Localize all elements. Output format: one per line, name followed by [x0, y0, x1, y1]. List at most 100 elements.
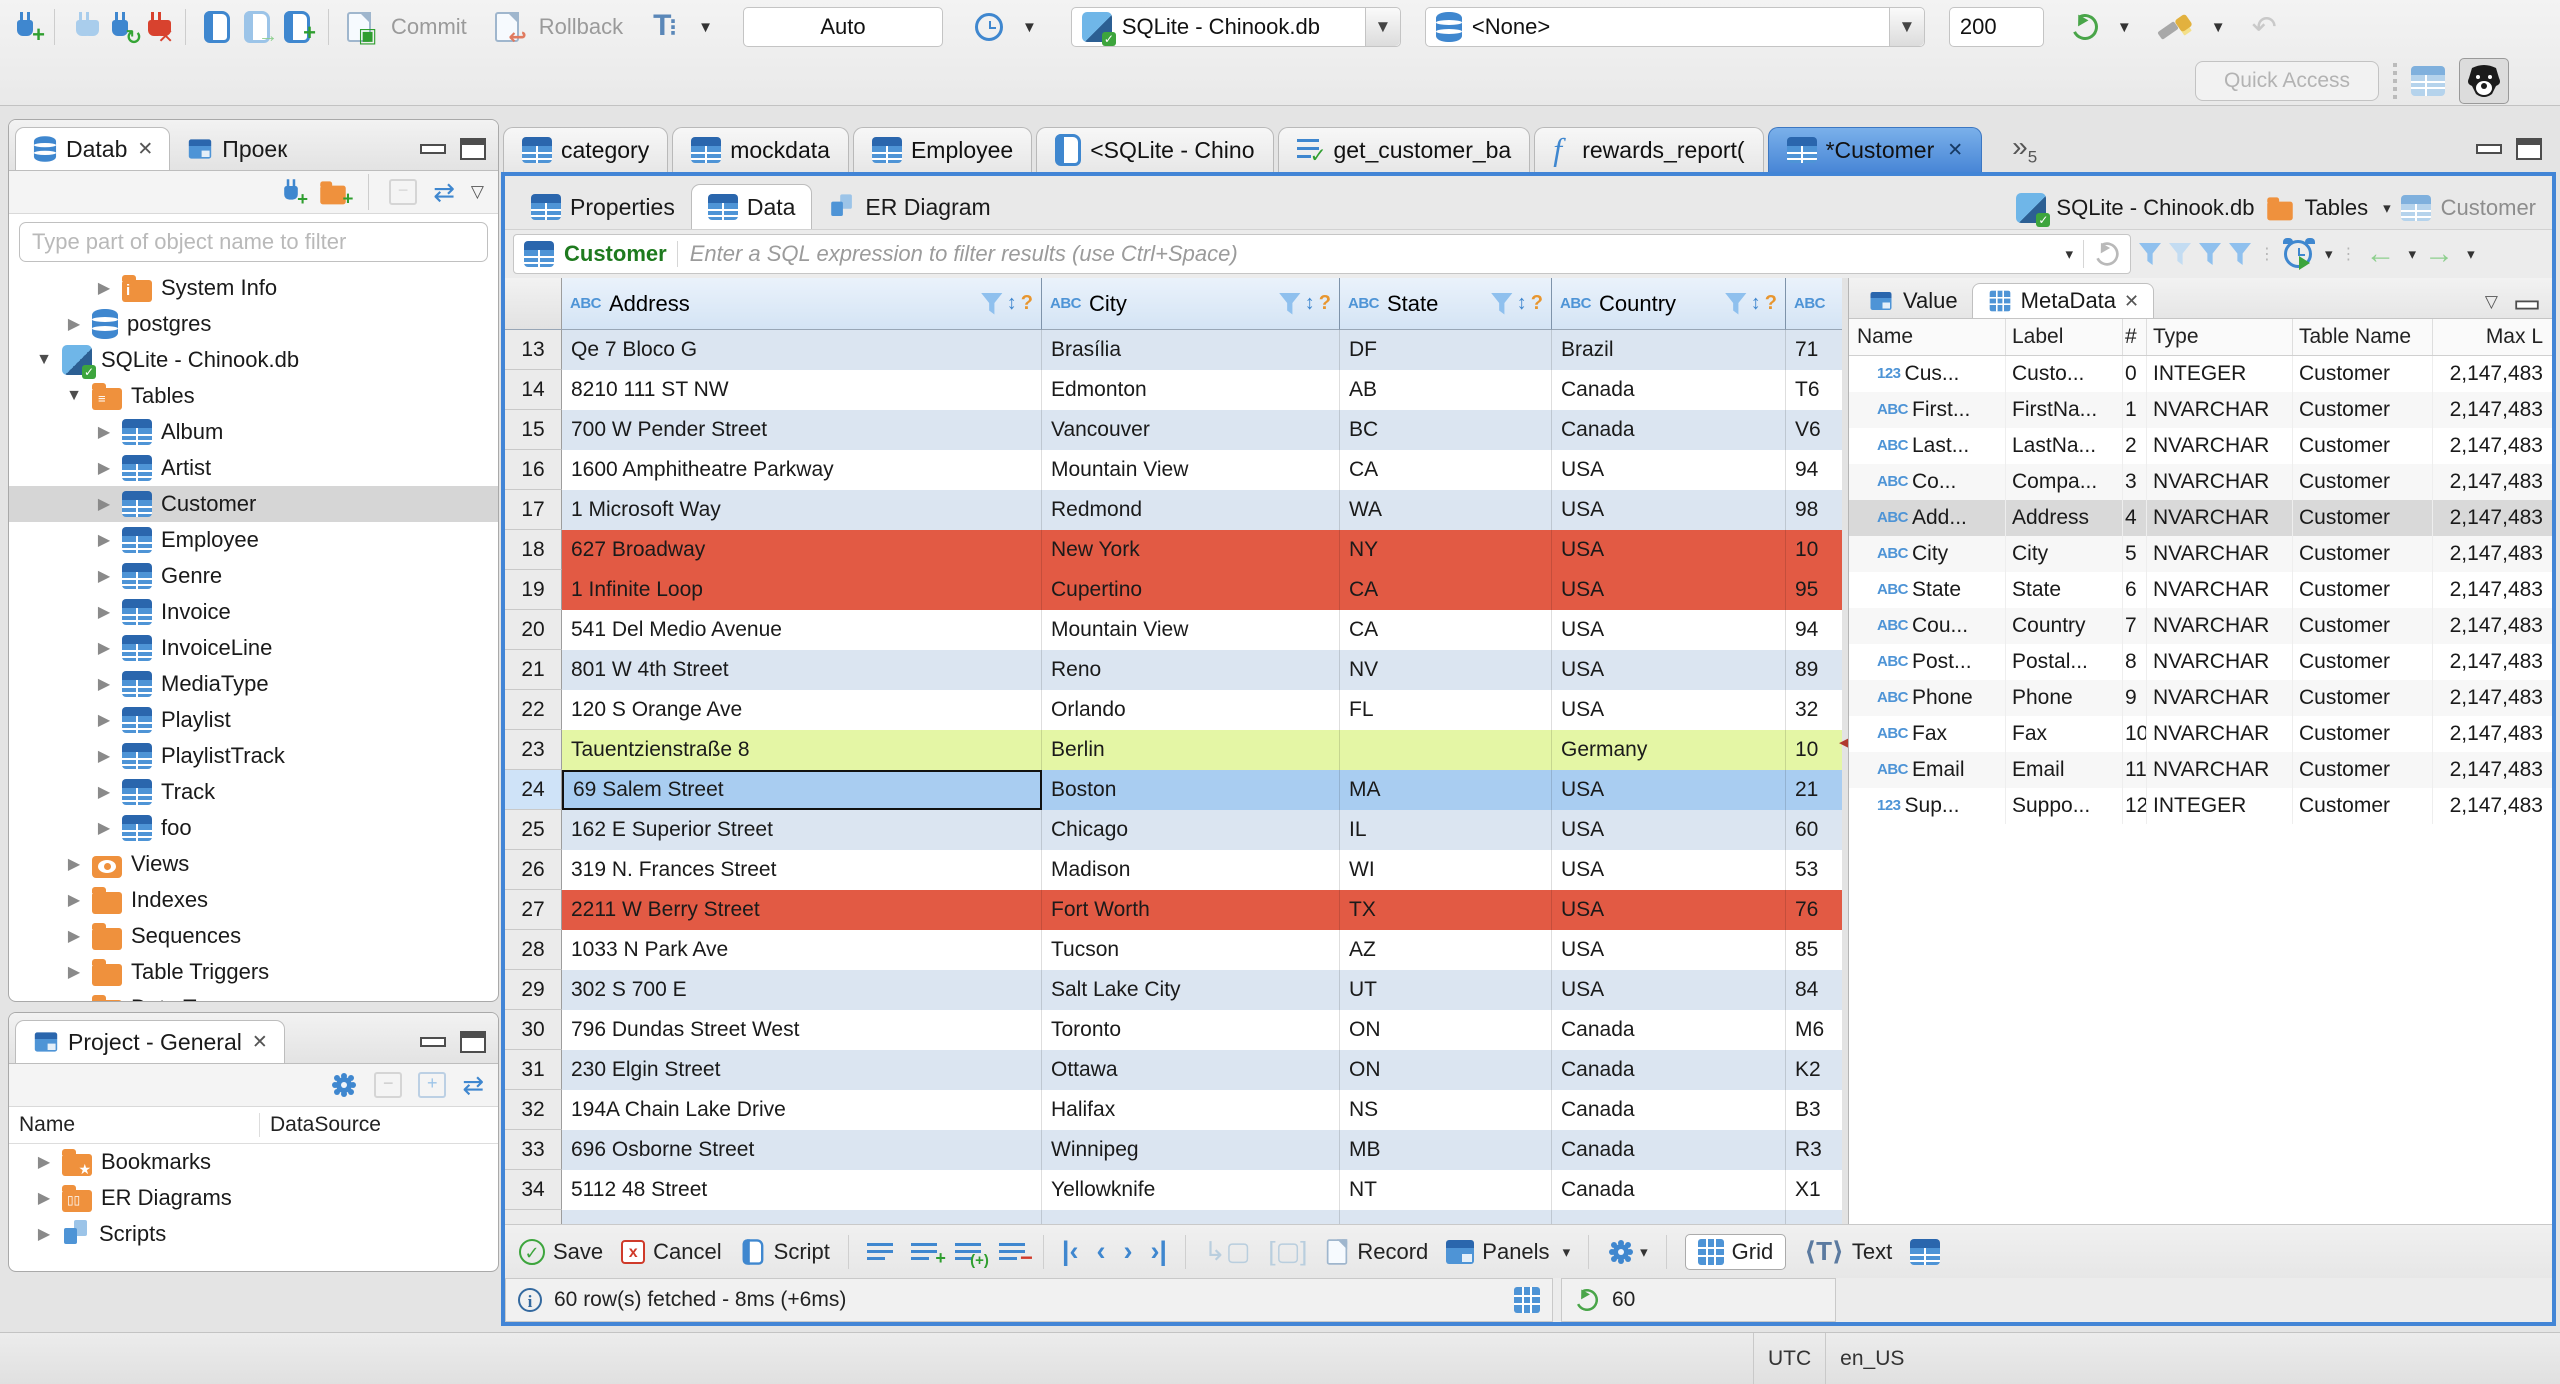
sql-filter-input[interactable]: Customer Enter a SQL expression to filte…: [513, 234, 2131, 274]
tree-collapsed-icon[interactable]: ▶: [95, 494, 113, 514]
sort-icon[interactable]: ↕: [1305, 292, 1315, 315]
cell-postalcode[interactable]: 95: [1786, 570, 1842, 610]
column-help-icon[interactable]: ?: [1021, 292, 1033, 315]
tree-expanded-icon[interactable]: ▼: [65, 387, 83, 405]
metadata-row-suppo-[interactable]: 123 Sup... Suppo... 12 INTEGER Customer 2,147,…: [1849, 788, 2552, 824]
new-sql-editor-icon[interactable]: +: [284, 11, 316, 44]
cell-country[interactable]: USA: [1552, 490, 1786, 530]
column-header-city[interactable]: ABC City ↕?: [1042, 278, 1340, 330]
metadata-row-state[interactable]: ABC State State 6 NVARCHAR Customer 2,147,483: [1849, 572, 2552, 608]
tree-collapsed-icon[interactable]: ▶: [95, 530, 113, 550]
cell-address[interactable]: 1 Infinite Loop: [562, 570, 1042, 610]
metadata-row-custo-[interactable]: 123 Cus... Custo... 0 INTEGER Customer 2,147,4…: [1849, 356, 2552, 392]
cell-country[interactable]: Germany: [1552, 730, 1786, 770]
cell-address[interactable]: Tauentzienstraße 8: [562, 730, 1042, 770]
cell-address[interactable]: 319 N. Frances Street: [562, 850, 1042, 890]
tree-collapsed-icon[interactable]: ▶: [95, 458, 113, 478]
cell-city[interactable]: Edmonton: [1042, 370, 1340, 410]
cell-country[interactable]: USA: [1552, 610, 1786, 650]
tree-item-playlist[interactable]: ▶ Playlist: [9, 702, 498, 738]
tab-metadata[interactable]: MetaData ✕: [1971, 283, 2155, 318]
cell-country[interactable]: USA: [1552, 810, 1786, 850]
cell-state[interactable]: ON: [1340, 1050, 1552, 1090]
gear-icon[interactable]: [336, 1077, 353, 1093]
view-menu-icon[interactable]: ▽: [2485, 292, 2498, 312]
cell-address[interactable]: 5112 48 Street: [562, 1170, 1042, 1210]
fetch-previous-icon[interactable]: ←: [2366, 239, 2396, 269]
row-number[interactable]: 33: [505, 1130, 562, 1170]
close-icon[interactable]: ✕: [137, 138, 153, 161]
cell-city[interactable]: Redmond: [1042, 490, 1340, 530]
row-number[interactable]: 24: [505, 770, 562, 810]
column-header-name[interactable]: Name: [9, 1113, 260, 1137]
cell-postalcode[interactable]: B3: [1786, 1090, 1842, 1130]
tree-collapsed-icon[interactable]: ▶: [95, 422, 113, 442]
sort-icon[interactable]: ↕: [1517, 292, 1527, 315]
close-icon[interactable]: ✕: [1947, 139, 1963, 162]
cell-state[interactable]: CA: [1340, 570, 1552, 610]
tree-collapsed-icon[interactable]: ▶: [95, 638, 113, 658]
previous-row-icon[interactable]: ‹: [1096, 1238, 1105, 1265]
filter-funnel-icon[interactable]: [1724, 292, 1747, 315]
cell-postalcode[interactable]: X1: [1786, 1170, 1842, 1210]
sort-icon[interactable]: ↕: [1751, 292, 1761, 315]
metadata-row-address[interactable]: ABC Add... Address 4 NVARCHAR Customer 2,147,4…: [1849, 500, 2552, 536]
commit-button[interactable]: Commit: [391, 14, 467, 40]
cell-postalcode[interactable]: 84: [1786, 970, 1842, 1010]
add-row-icon[interactable]: +: [910, 1240, 946, 1267]
tab-value[interactable]: Value: [1853, 284, 1972, 318]
row-number[interactable]: 18: [505, 530, 562, 570]
cell-postalcode[interactable]: 10: [1786, 530, 1842, 570]
previous-dropdown-arrow[interactable]: ▾: [2409, 245, 2417, 263]
cell-address[interactable]: 801 W 4th Street: [562, 650, 1042, 690]
cell-state[interactable]: NT: [1340, 1170, 1552, 1210]
more-tabs-indicator[interactable]: »5: [2012, 131, 2037, 168]
new-folder-icon[interactable]: +: [320, 181, 354, 207]
cell-city[interactable]: Mountain View: [1042, 610, 1340, 650]
cell-address[interactable]: 541 Del Medio Avenue: [562, 610, 1042, 650]
cell-country[interactable]: Canada: [1552, 410, 1786, 450]
cell-state[interactable]: [1340, 1210, 1552, 1224]
cell-country[interactable]: [1552, 1210, 1786, 1224]
column-header-number[interactable]: #: [2123, 319, 2147, 355]
metadata-row-phone[interactable]: ABC Phone Phone 9 NVARCHAR Customer 2,147,483: [1849, 680, 2552, 716]
editor-tab-rewards-report-[interactable]: f rewards_report(: [1534, 127, 1764, 172]
row-number[interactable]: 28: [505, 930, 562, 970]
metadata-row-country[interactable]: ABC Cou... Country 7 NVARCHAR Customer 2,147,4…: [1849, 608, 2552, 644]
open-perspective-icon[interactable]: [2411, 66, 2445, 96]
refresh-icon[interactable]: [2092, 239, 2122, 269]
cell-postalcode[interactable]: 71: [1786, 330, 1842, 370]
tree-collapsed-icon[interactable]: ▶: [95, 746, 113, 766]
tree-item-postgres[interactable]: ▶ postgres: [9, 306, 498, 342]
tree-collapsed-icon[interactable]: ▶: [95, 710, 113, 730]
cell-address[interactable]: 627 Broadway: [562, 530, 1042, 570]
cell-state[interactable]: MB: [1340, 1130, 1552, 1170]
tree-item-album[interactable]: ▶ Album: [9, 414, 498, 450]
connection-combo-arrow[interactable]: ▼: [1364, 8, 1400, 46]
maximize-icon[interactable]: [460, 138, 486, 160]
minimize-icon[interactable]: [420, 1037, 446, 1047]
column-header-name[interactable]: Name: [1849, 319, 2006, 355]
cell-postalcode[interactable]: 76: [1786, 890, 1842, 930]
tab-er-diagram[interactable]: ER Diagram: [812, 185, 1006, 229]
cell-address[interactable]: Qe 7 Bloco G: [562, 330, 1042, 370]
cell-country[interactable]: USA: [1552, 770, 1786, 810]
cell-address[interactable]: 194A Chain Lake Drive: [562, 1090, 1042, 1130]
cell-city[interactable]: Mountain View: [1042, 450, 1340, 490]
cell-city[interactable]: [1042, 1210, 1340, 1224]
editor-tab-get-customer-ba[interactable]: get_customer_ba: [1277, 127, 1531, 172]
value-view-icon[interactable]: [1910, 1238, 1941, 1265]
query-history-icon[interactable]: [975, 13, 1004, 41]
minimize-icon[interactable]: [2476, 144, 2502, 154]
column-header-postalcode[interactable]: ABC: [1786, 278, 1842, 330]
cell-postalcode[interactable]: [1786, 1210, 1842, 1224]
link-with-editor-icon[interactable]: ⇄: [462, 1070, 484, 1101]
cell-country[interactable]: USA: [1552, 970, 1786, 1010]
connect-icon[interactable]: [73, 12, 95, 42]
fetch-size-input[interactable]: 200: [1948, 7, 2044, 47]
cell-city[interactable]: Boston: [1042, 770, 1340, 810]
cell-country[interactable]: USA: [1552, 890, 1786, 930]
row-number[interactable]: 29: [505, 970, 562, 1010]
cell-city[interactable]: Toronto: [1042, 1010, 1340, 1050]
cell-postalcode[interactable]: 53: [1786, 850, 1842, 890]
